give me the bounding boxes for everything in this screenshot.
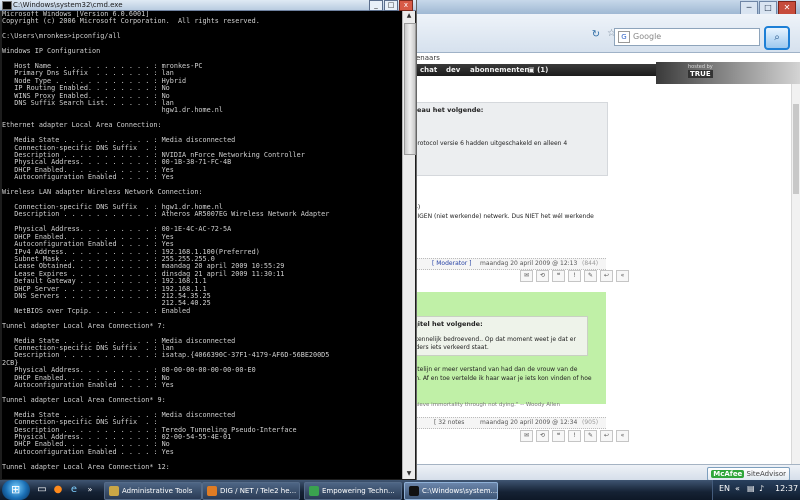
google-icon[interactable]: G xyxy=(618,31,630,43)
post-2-date: maandag 20 april 2009 @ 12:34 xyxy=(480,419,578,426)
share-icon[interactable]: ⟲ xyxy=(536,430,549,442)
show-desktop-icon[interactable]: ▭ xyxy=(36,484,48,496)
nav-link-notifications[interactable]: ▣ (1) xyxy=(528,64,548,76)
share-icon[interactable]: ⟲ xyxy=(536,270,549,282)
task-app-icon xyxy=(109,486,119,496)
refresh-icon[interactable]: ↻ xyxy=(589,28,603,42)
nav-link-abonnementen[interactable]: abonnementen xyxy=(470,64,529,76)
cmd-maximize-button[interactable]: □ xyxy=(384,0,398,11)
site-logo[interactable]: hosted by TRUE xyxy=(656,62,800,84)
search-placeholder: Google xyxy=(633,32,662,41)
page-heading-fragment: enaars xyxy=(416,54,440,62)
post-2-meta-bar: [ 32 notes maandag 20 april 2009 @ 12:34… xyxy=(406,417,606,429)
task-app-icon xyxy=(409,486,419,496)
cmd-icon xyxy=(2,1,12,10)
browser-statusbar: McAfee SiteAdvisor xyxy=(406,464,800,480)
report-icon[interactable]: ! xyxy=(568,270,581,282)
browser-scroll-thumb[interactable] xyxy=(793,104,799,194)
quote-1-text: e protocol versie 6 hadden uitgeschakeld… xyxy=(408,140,568,147)
cmd-scrollbar[interactable]: ▲ ▼ xyxy=(402,11,416,479)
cmd-scroll-thumb[interactable] xyxy=(404,23,416,155)
cmd-title: C:\Windows\system32\cmd.exe xyxy=(13,1,123,9)
browser-scrollbar[interactable] xyxy=(791,84,800,480)
post-1-score: (844) xyxy=(582,260,599,267)
cmd-close-button[interactable]: x xyxy=(399,0,413,11)
forum-content: abeau het volgende: e protocol versie 6 … xyxy=(406,84,792,480)
task-label: Administrative Tools xyxy=(122,487,193,495)
edit-icon[interactable]: ✎ xyxy=(584,430,597,442)
system-tray: EN « ▤ ♪ 12:37 xyxy=(712,480,800,500)
task-label: C:\Windows\system... xyxy=(422,487,498,495)
search-input[interactable]: G Google xyxy=(614,28,760,46)
post-2-score: (905) xyxy=(582,419,599,426)
language-indicator[interactable]: EN xyxy=(719,484,730,493)
quote-reply-icon[interactable]: « xyxy=(616,430,629,442)
taskbar: ⊞ ▭ ● e » Administrative Tools DIG / NET … xyxy=(0,480,800,500)
browser-maximize-button[interactable]: □ xyxy=(759,1,777,15)
quote-2-text-1: is kennelijk bedroevend.. Op dat moment … xyxy=(408,336,576,343)
console-output[interactable]: Microsoft Windows [Version 6.0.6001] Cop… xyxy=(2,11,402,479)
browser-titlebar[interactable]: ─ □ ✕ xyxy=(406,0,800,15)
cmd-window[interactable]: C:\Windows\system32\cmd.exe _ □ x Micros… xyxy=(0,0,417,480)
mail-icon[interactable]: ✉ xyxy=(520,270,533,282)
nav-link-chat[interactable]: chat xyxy=(420,64,437,76)
quote-2-text-2: anders iets verkeerd staat. xyxy=(408,344,489,351)
cmd-minimize-button[interactable]: _ xyxy=(369,0,383,11)
post-2-line-1: erstelijn er meer verstand van had dan d… xyxy=(408,366,578,373)
notes-link[interactable]: [ 32 notes xyxy=(434,418,464,428)
quote-2-header: f qitel het volgende: xyxy=(408,320,483,328)
post-1-meta-bar: ▯ [ Moderator ] maandag 20 april 2009 @ … xyxy=(406,258,606,270)
scroll-up-arrow-icon[interactable]: ▲ xyxy=(404,11,414,21)
report-icon[interactable]: ! xyxy=(568,430,581,442)
post-2-line-2: van. Af en toe vertelde ik haar waar je … xyxy=(408,375,592,382)
post-1-actions: ✉ ⟲ ❝ ! ✎ ↩ « xyxy=(520,270,629,282)
post-2-signature: achieve immortality through not dying." … xyxy=(408,402,560,408)
reply-icon[interactable]: ↩ xyxy=(600,430,613,442)
taskbar-task[interactable]: Administrative Tools xyxy=(104,482,202,500)
windows-logo-icon: ⊞ xyxy=(11,483,21,496)
quicklaunch-expand-icon[interactable]: » xyxy=(84,484,96,496)
console-text: Microsoft Windows [Version 6.0.6001] Cop… xyxy=(2,11,330,471)
siteadvisor-label: SiteAdvisor xyxy=(746,470,786,478)
browser-window[interactable]: ─ □ ✕ ↻ ☆ G Google ⌕ enaars chat dev abon… xyxy=(406,0,800,480)
task-app-icon xyxy=(309,486,319,496)
browser-minimize-button[interactable]: ─ xyxy=(740,1,758,15)
browser-close-button[interactable]: ✕ xyxy=(778,1,796,15)
quote-1-header: abeau het volgende: xyxy=(408,106,484,114)
hosting-brand: TRUE xyxy=(688,70,713,78)
taskbar-task[interactable]: C:\Windows\system... xyxy=(404,482,498,500)
post-2-actions: ✉ ⟲ ❝ ! ✎ ↩ « xyxy=(520,430,629,442)
search-button[interactable]: ⌕ xyxy=(764,26,790,50)
quote-icon[interactable]: ❝ xyxy=(552,270,565,282)
reply-icon[interactable]: ↩ xyxy=(600,270,613,282)
volume-icon[interactable]: ♪ xyxy=(759,484,764,493)
quote-icon[interactable]: ❝ xyxy=(552,430,565,442)
firefox-icon[interactable]: ● xyxy=(52,484,64,496)
internet-explorer-icon[interactable]: e xyxy=(68,484,80,496)
task-app-icon xyxy=(207,486,217,496)
post-1-line-2: e EIGEN (niet werkende) netwerk. Dus NIE… xyxy=(408,213,594,220)
browser-toolbar: ↻ ☆ G Google ⌕ xyxy=(406,14,800,53)
tray-expand-icon[interactable]: « xyxy=(735,484,740,493)
mail-icon[interactable]: ✉ xyxy=(520,430,533,442)
quote-reply-icon[interactable]: « xyxy=(616,270,629,282)
task-label: Empowering Techn... xyxy=(322,487,395,495)
mcafee-brand: McAfee xyxy=(711,470,745,478)
moderator-link[interactable]: [ Moderator ] xyxy=(432,259,471,269)
network-icon[interactable]: ▤ xyxy=(747,484,755,493)
cmd-titlebar[interactable]: C:\Windows\system32\cmd.exe _ □ x xyxy=(0,0,416,11)
taskbar-task[interactable]: Empowering Techn... xyxy=(304,482,402,500)
mcafee-siteadvisor-button[interactable]: McAfee SiteAdvisor xyxy=(707,467,790,480)
edit-icon[interactable]: ✎ xyxy=(584,270,597,282)
nav-link-dev[interactable]: dev xyxy=(446,64,460,76)
task-label: DIG / NET / Tele2 he... xyxy=(220,487,297,495)
scroll-down-arrow-icon[interactable]: ▼ xyxy=(404,469,414,479)
start-button[interactable]: ⊞ xyxy=(2,480,30,500)
post-1-date: maandag 20 april 2009 @ 12:13 xyxy=(480,260,578,267)
taskbar-task[interactable]: DIG / NET / Tele2 he... xyxy=(202,482,300,500)
clock[interactable]: 12:37 xyxy=(775,484,798,493)
